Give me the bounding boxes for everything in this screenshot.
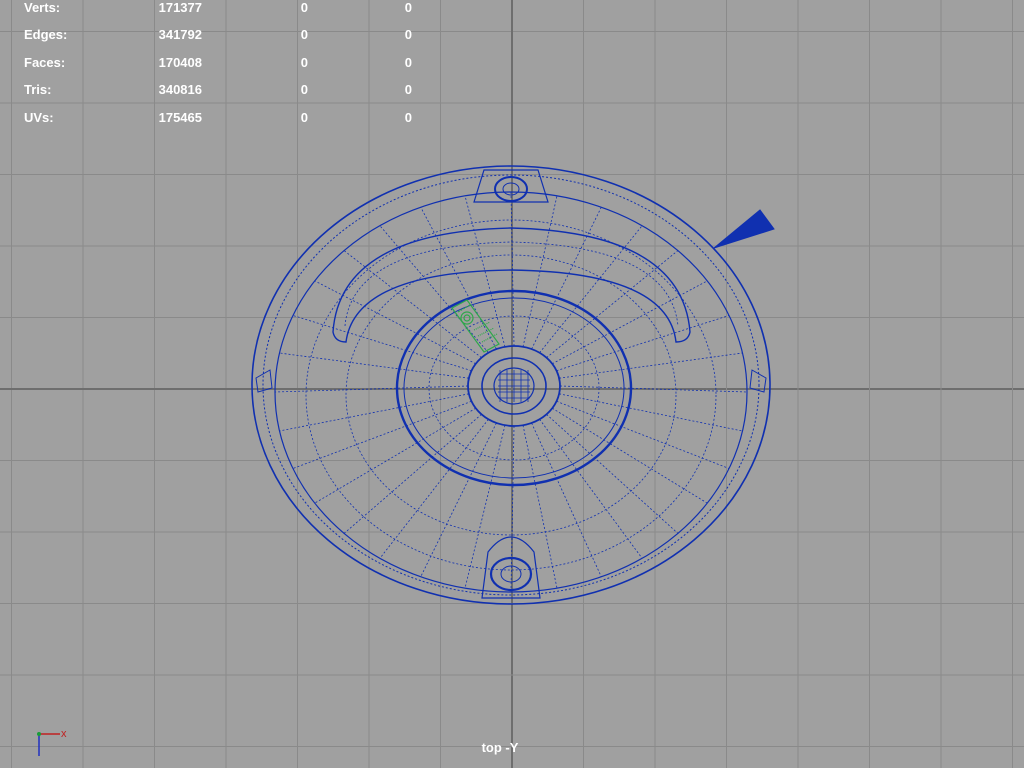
hud-stat-total: 0 — [404, 55, 412, 70]
axis-gizmo: x — [37, 728, 67, 756]
hud-stat-selected: 0 — [300, 27, 308, 42]
hud-stat-total: 0 — [404, 82, 412, 97]
hud-stat-total: 0 — [404, 27, 412, 42]
hud-stat-label: Faces: — [24, 55, 66, 70]
hud-stat-selected: 0 — [300, 55, 308, 70]
hud-stat-label: UVs: — [24, 110, 54, 125]
hud-stat-label: Tris: — [24, 82, 52, 97]
hud-stat-label: Verts: — [24, 0, 61, 15]
view-name-label: top -Y — [481, 740, 519, 755]
hud-stat-value: 340816 — [158, 82, 202, 97]
direction-arrow-icon — [713, 209, 775, 249]
hud-row: UVs: 175465 0 0 — [0, 110, 440, 126]
hub-crosshatch — [498, 370, 530, 402]
axis-origin — [37, 732, 41, 736]
hud-stat-selected: 0 — [300, 0, 308, 15]
hud-stat-value: 170408 — [158, 55, 202, 70]
hud-row: Edges: 341792 0 0 — [0, 27, 440, 43]
hud-stat-selected: 0 — [300, 82, 308, 97]
selected-component[interactable] — [451, 299, 500, 353]
axis-x-label: x — [61, 728, 67, 740]
hud-stat-label: Edges: — [24, 27, 68, 42]
poly-count-hud: Verts: 171377 0 0 Edges: 341792 0 0 Face… — [0, 0, 440, 130]
hud-stat-value: 175465 — [158, 110, 202, 125]
hud-row: Tris: 340816 0 0 — [0, 82, 440, 98]
hud-row: Faces: 170408 0 0 — [0, 55, 440, 71]
hud-stat-total: 0 — [404, 110, 412, 125]
hud-stat-value: 171377 — [158, 0, 202, 15]
hud-stat-total: 0 — [404, 0, 412, 15]
hud-stat-selected: 0 — [300, 110, 308, 125]
hud-stat-value: 341792 — [158, 27, 202, 42]
hud-row: Verts: 171377 0 0 — [0, 0, 440, 16]
